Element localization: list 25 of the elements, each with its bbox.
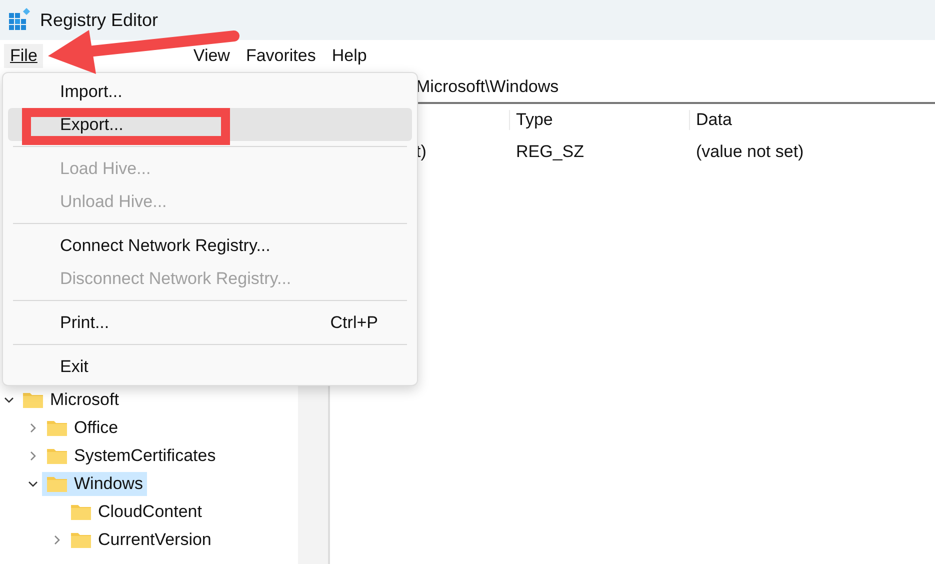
menu-item[interactable]: Print... Ctrl+P xyxy=(8,306,412,339)
table-cell-text: REG_SZ xyxy=(516,142,586,162)
menu-item[interactable]: Exit xyxy=(8,350,412,383)
folder-icon xyxy=(46,475,68,493)
menu-item[interactable]: Help xyxy=(326,44,373,68)
column-header[interactable]: Type xyxy=(509,110,696,130)
tree-item[interactable]: Windows xyxy=(42,472,147,496)
column-header[interactable]: Data xyxy=(689,110,935,130)
window-title: Registry Editor xyxy=(40,10,158,30)
tree-item[interactable]: Office xyxy=(42,416,122,440)
tree-item[interactable]: CurrentVersion xyxy=(66,528,216,552)
menu-item[interactable]: Connect Network Registry... xyxy=(8,229,412,262)
tree-item[interactable]: SystemCertificates xyxy=(42,444,220,468)
folder-icon xyxy=(70,503,92,521)
folder-icon xyxy=(46,419,68,437)
menu-item[interactable]: File xyxy=(4,44,44,68)
folder-icon xyxy=(70,531,92,549)
menu-item[interactable]: View xyxy=(187,44,236,68)
table-cell-text: (value not set) xyxy=(696,142,805,162)
tree-item[interactable]: CloudContent xyxy=(66,500,206,524)
folder-icon xyxy=(22,391,44,409)
menu-item[interactable]: Favorites xyxy=(240,44,322,68)
tree-item[interactable]: Microsoft xyxy=(18,388,123,412)
registry-editor-icon xyxy=(8,8,32,32)
folder-icon xyxy=(46,447,68,465)
